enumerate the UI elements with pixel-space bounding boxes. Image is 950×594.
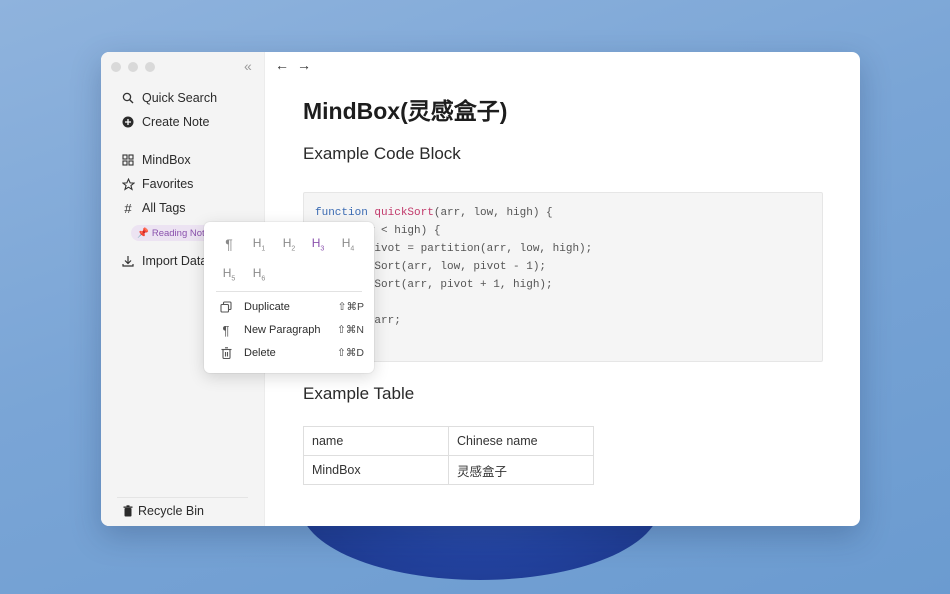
code-heading: Example Code Block — [303, 144, 461, 163]
sidebar-divider — [117, 497, 248, 498]
sidebar-item-label: Favorites — [142, 177, 194, 191]
heading-6-button[interactable]: H6 — [248, 264, 270, 282]
pin-icon: 📌 — [137, 227, 149, 239]
table-row: MindBox 灵感盒子 — [303, 455, 594, 485]
duplicate-icon — [218, 301, 234, 313]
close-window-button[interactable] — [111, 62, 121, 72]
forward-arrow-icon[interactable]: → — [297, 57, 311, 73]
table-heading: Example Table — [303, 384, 415, 403]
sidebar-item-label: Create Note — [142, 115, 210, 129]
sidebar-item-create-note[interactable]: Create Note — [121, 112, 209, 132]
code-line: function quickSort(arr, low, high) { — [315, 207, 553, 219]
sidebar-item-import-data[interactable]: Import Data — [121, 251, 207, 271]
table-cell[interactable]: 灵感盒子 — [448, 455, 594, 485]
window-controls — [111, 62, 155, 72]
paragraph-icon: ¶ — [222, 322, 230, 338]
sidebar-item-favorites[interactable]: Favorites — [121, 174, 193, 194]
code-block[interactable]: function quickSort(arr, low, high) { if … — [303, 192, 823, 362]
heading-3-button[interactable]: H3 — [307, 234, 329, 252]
shortcut-label: ⇧⌘N — [337, 324, 364, 336]
hash-icon: # — [124, 200, 132, 216]
tag-label: Reading Note — [151, 227, 210, 239]
table-cell[interactable]: name — [303, 426, 449, 456]
search-icon — [121, 91, 135, 105]
menu-item-label: Delete — [244, 347, 276, 359]
table-cell[interactable]: Chinese name — [448, 426, 594, 456]
sidebar-item-label: All Tags — [142, 201, 186, 215]
menu-item-label: New Paragraph — [244, 324, 321, 336]
sidebar-item-mindbox[interactable]: MindBox — [121, 150, 191, 170]
heading-1-button[interactable]: H1 — [248, 234, 270, 252]
sidebar-item-recycle-bin[interactable]: Recycle Bin — [123, 504, 204, 518]
minimize-window-button[interactable] — [128, 62, 138, 72]
page-title: MindBox(灵感盒子) — [303, 98, 508, 124]
recycle-bin-label: Recycle Bin — [138, 504, 204, 518]
collapse-sidebar-icon[interactable]: « — [244, 58, 252, 74]
example-table: name Chinese name MindBox 灵感盒子 — [303, 426, 594, 485]
sidebar-item-quick-search[interactable]: Quick Search — [121, 88, 217, 108]
plus-circle-icon — [121, 115, 135, 129]
trash-icon — [218, 347, 234, 359]
table-row: name Chinese name — [303, 426, 594, 456]
menu-item-duplicate[interactable]: Duplicate ⇧⌘P — [218, 298, 364, 316]
sidebar-item-all-tags[interactable]: # All Tags — [121, 198, 186, 218]
table-cell[interactable]: MindBox — [303, 455, 449, 485]
heading-4-button[interactable]: H4 — [337, 234, 359, 252]
heading-2-button[interactable]: H2 — [278, 234, 300, 252]
shortcut-label: ⇧⌘P — [337, 301, 364, 313]
download-icon — [121, 254, 135, 268]
sidebar-item-label: Quick Search — [142, 91, 218, 105]
back-arrow-icon[interactable]: ← — [275, 57, 289, 73]
block-context-menu: ¶ H1 H2 H3 H4 H5 H6 Duplicate ⇧⌘P ¶ New … — [204, 222, 374, 373]
history-nav: ← → — [275, 57, 311, 73]
heading-5-button[interactable]: H5 — [218, 264, 240, 282]
menu-item-label: Duplicate — [244, 301, 290, 313]
sidebar-item-label: Import Data — [142, 254, 208, 268]
grid-icon — [121, 153, 135, 167]
trash-icon — [123, 505, 133, 517]
shortcut-label: ⇧⌘D — [337, 347, 364, 359]
menu-item-new-paragraph[interactable]: ¶ New Paragraph ⇧⌘N — [218, 321, 365, 339]
menu-divider — [216, 291, 362, 292]
sidebar-item-label: MindBox — [142, 153, 191, 167]
zoom-window-button[interactable] — [145, 62, 155, 72]
paragraph-style-button[interactable]: ¶ — [218, 234, 240, 252]
star-icon — [121, 177, 135, 191]
menu-item-delete[interactable]: Delete ⇧⌘D — [218, 344, 364, 362]
